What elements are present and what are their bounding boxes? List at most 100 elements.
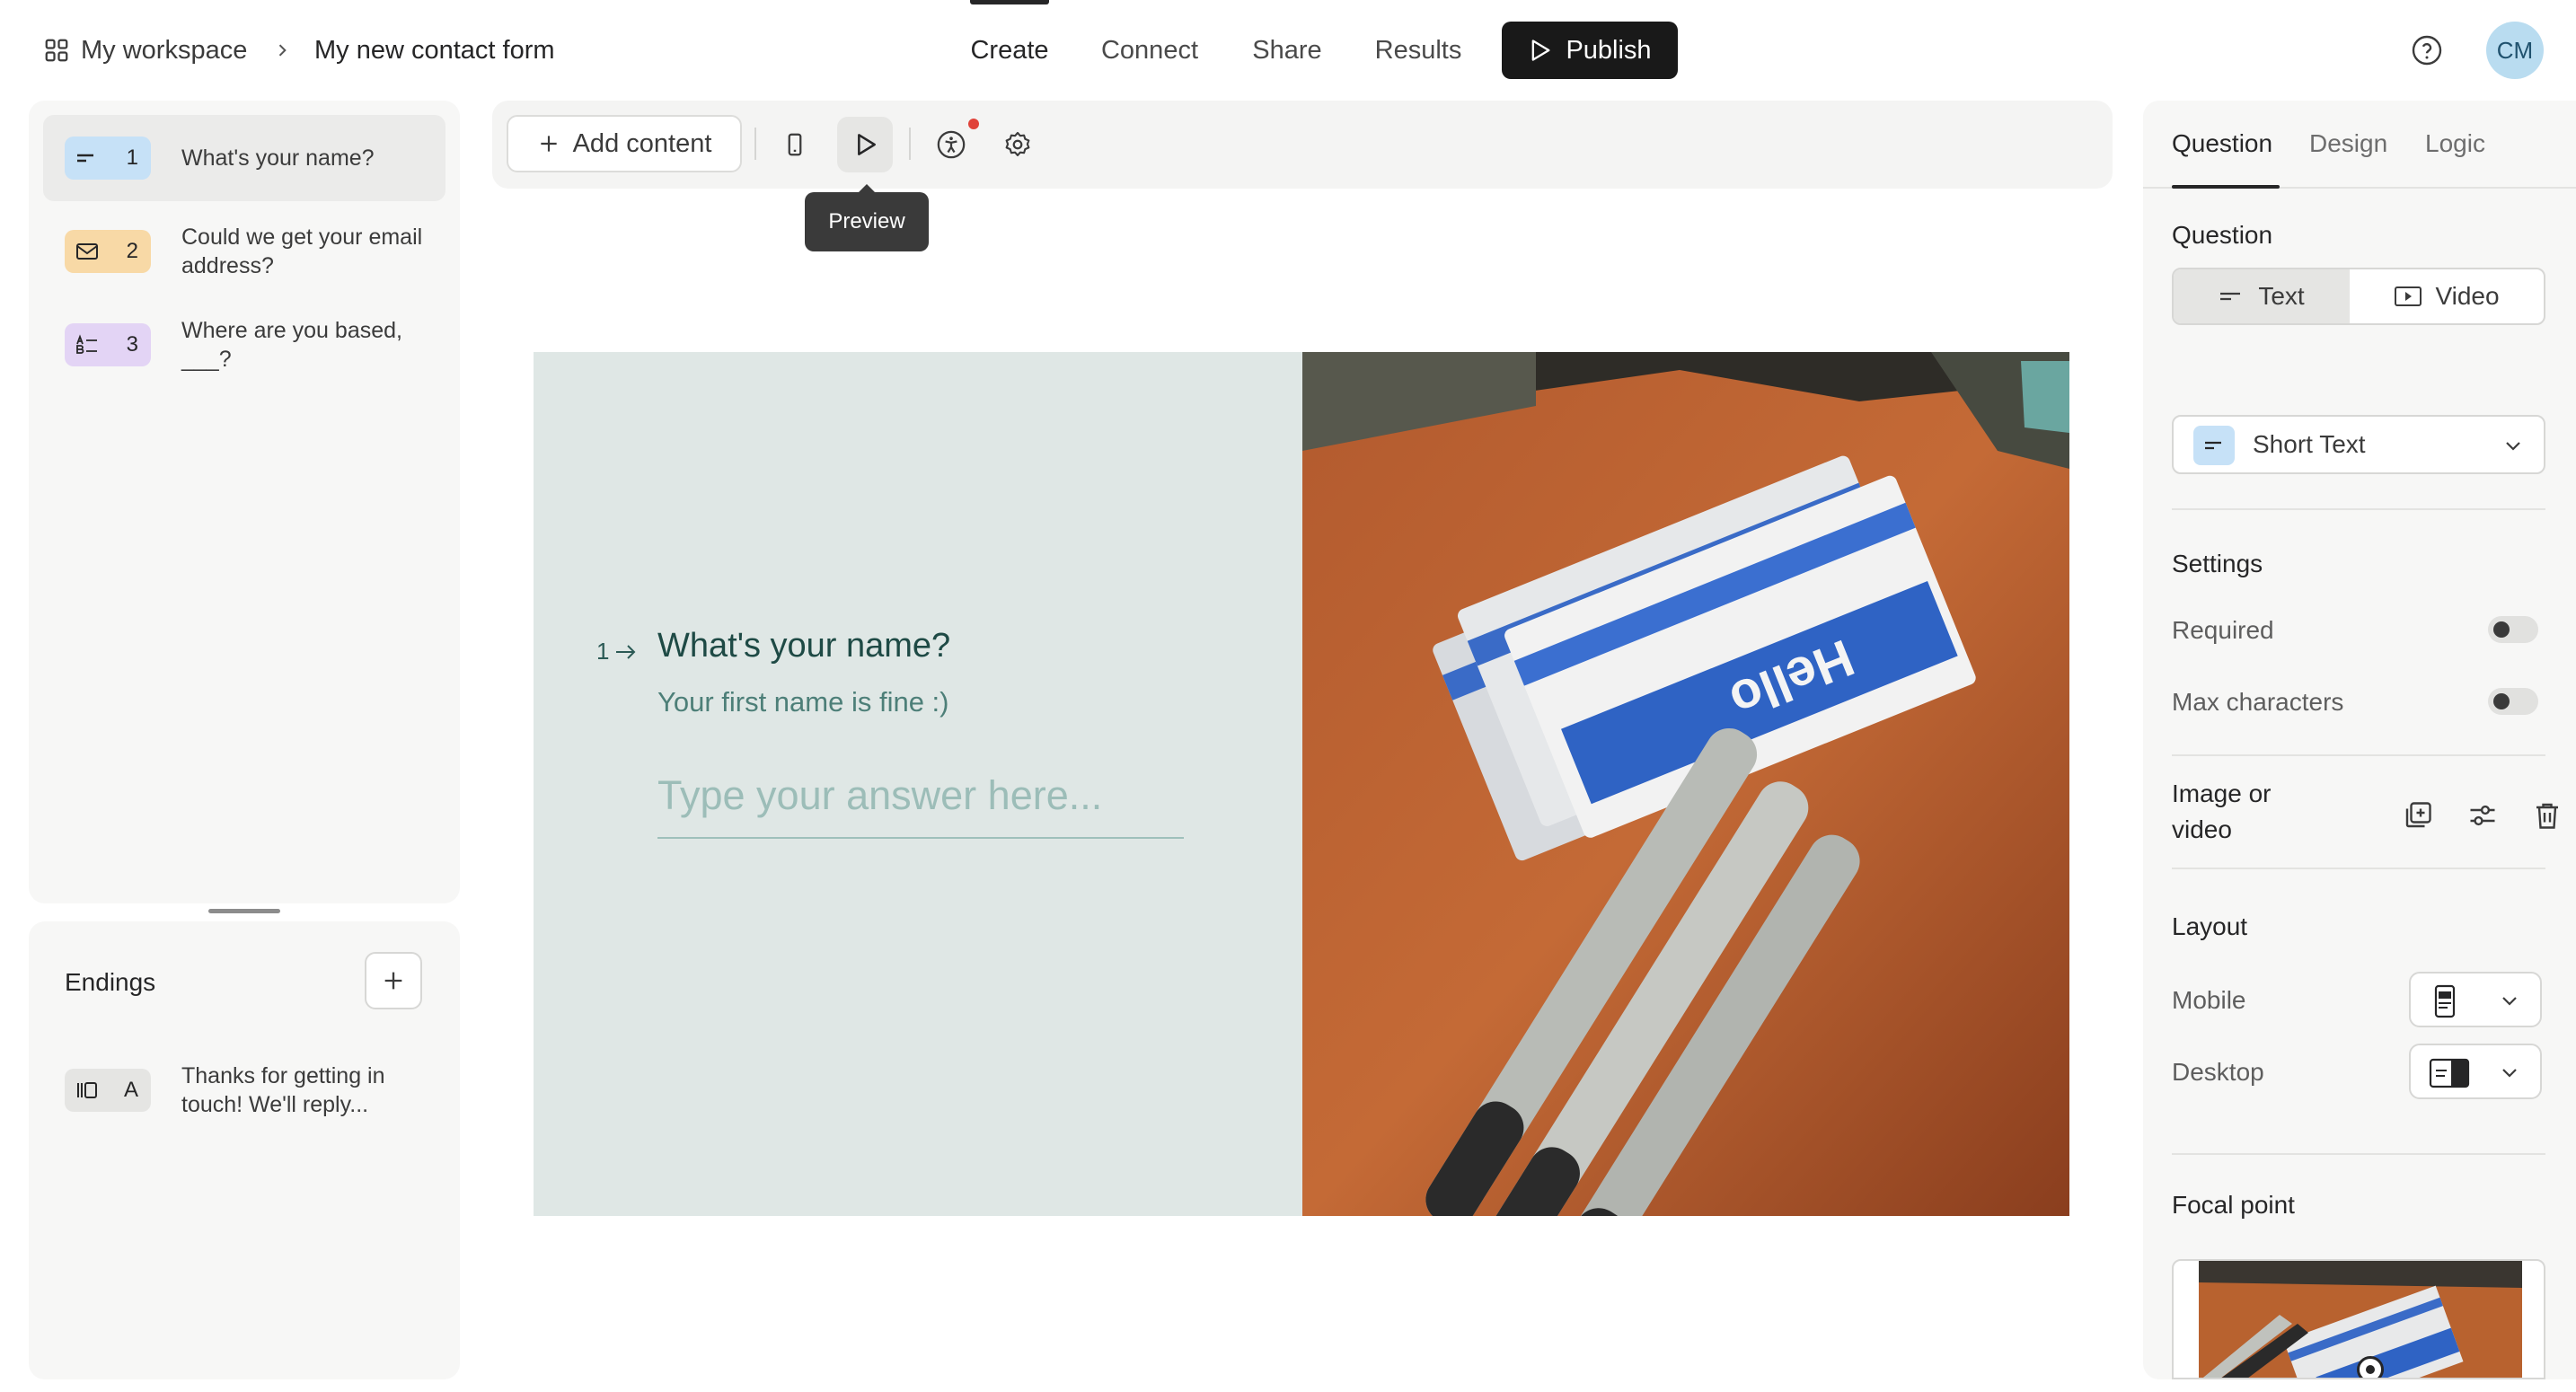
- required-toggle[interactable]: [2488, 616, 2538, 643]
- mobile-layout-icon: [2434, 984, 2456, 1018]
- workspace-label: My workspace: [81, 35, 248, 65]
- add-content-button[interactable]: Add content: [507, 115, 742, 172]
- question-section-title: Question: [2172, 221, 2273, 249]
- question-label: What's your name?: [181, 145, 375, 171]
- name-tags-photo[interactable]: Hello: [1302, 352, 2069, 1216]
- preview-question-title[interactable]: What's your name?: [657, 627, 950, 665]
- image-or-video-label: Image or video: [2172, 780, 2272, 843]
- focal-point-preview[interactable]: [2172, 1259, 2545, 1379]
- question-type-label: Short Text: [2253, 430, 2366, 458]
- section-divider: [2172, 754, 2545, 756]
- endings-title: Endings: [65, 968, 156, 996]
- short-text-icon: [2220, 292, 2241, 301]
- desktop-layout-label: Desktop: [2172, 1058, 2264, 1086]
- answer-input[interactable]: Type your answer here...: [657, 772, 1184, 839]
- question-badge: 2: [65, 230, 151, 273]
- question-item-3[interactable]: 3 Where are you based, ___?: [43, 302, 446, 388]
- add-content-label: Add content: [572, 128, 712, 158]
- preview-button[interactable]: [837, 117, 893, 172]
- focal-point-marker[interactable]: [2357, 1356, 2384, 1378]
- max-characters-label: Max characters: [2172, 688, 2344, 716]
- ending-icon: [77, 1082, 97, 1098]
- avatar[interactable]: CM: [2486, 22, 2544, 79]
- multiple-choice-icon: [76, 334, 97, 354]
- workspace-breadcrumb[interactable]: My workspace: [43, 31, 247, 70]
- ending-item-a[interactable]: A Thanks for getting in touch! We'll rep…: [43, 1047, 446, 1137]
- chevron-down-icon: [2502, 1069, 2517, 1078]
- settings-button[interactable]: [990, 117, 1045, 172]
- short-text-icon: [2205, 441, 2221, 450]
- question-label: Where are you based, ___?: [181, 318, 402, 372]
- help-icon[interactable]: [2411, 34, 2443, 66]
- tab-create[interactable]: Create: [966, 27, 1053, 74]
- question-type-dropdown[interactable]: Short Text: [2172, 415, 2545, 474]
- send-icon: [1532, 40, 1550, 61]
- settings-section-title: Settings: [2172, 550, 2263, 577]
- question-badge: 1: [65, 137, 151, 180]
- ending-letter: A: [123, 1078, 138, 1102]
- adjust-icon[interactable]: [2466, 799, 2499, 832]
- text-option-button[interactable]: Text: [2174, 269, 2350, 323]
- video-icon: [2395, 286, 2422, 306]
- trash-icon[interactable]: [2531, 799, 2563, 832]
- toggle-knob: [2493, 621, 2510, 638]
- active-tab-underline: [2172, 185, 2280, 189]
- gear-icon: [1005, 131, 1030, 156]
- question-badge: 3: [65, 323, 151, 366]
- image-library-icon[interactable]: [2402, 799, 2434, 832]
- form-title[interactable]: My new contact form: [314, 31, 555, 70]
- short-text-icon: [77, 154, 93, 163]
- top-bar: My workspace My new contact form Create …: [0, 0, 2576, 99]
- add-ending-button[interactable]: [365, 952, 422, 1009]
- preview-question-number: 1: [596, 638, 610, 665]
- plus-icon: [384, 972, 402, 990]
- mobile-preview-button[interactable]: [767, 117, 823, 172]
- panel-resize-handle[interactable]: [208, 909, 280, 913]
- preview-question-description[interactable]: Your first name is fine :): [657, 686, 949, 718]
- toolbar-divider: [909, 128, 911, 160]
- layout-section-title: Layout: [2172, 912, 2248, 940]
- video-option-button[interactable]: Video: [2350, 269, 2544, 323]
- plus-icon: [540, 136, 557, 152]
- short-text-badge: [2193, 426, 2235, 465]
- max-characters-toggle[interactable]: [2488, 688, 2538, 715]
- question-label: Could we get your email address?: [181, 225, 423, 278]
- focal-point-title: Focal point: [2172, 1191, 2295, 1219]
- question-number: 2: [126, 239, 138, 263]
- phone-icon: [788, 133, 802, 156]
- mobile-layout-dropdown[interactable]: [2409, 972, 2542, 1027]
- play-icon: [858, 134, 876, 155]
- question-number-indicator: 1: [596, 638, 638, 665]
- form-preview-card[interactable]: 1 What's your name? Your first name is f…: [534, 352, 2069, 1216]
- focal-point-dot: [2366, 1365, 2375, 1374]
- desktop-layout-icon: [2429, 1058, 2470, 1088]
- publish-button[interactable]: Publish: [1502, 22, 1678, 79]
- active-tab-indicator: [970, 0, 1049, 4]
- toolbar-divider: [754, 128, 756, 160]
- tab-connect[interactable]: Connect: [1094, 27, 1205, 74]
- question-item-2[interactable]: 2 Could we get your email address?: [43, 208, 446, 295]
- question-item-1[interactable]: 1 What's your name?: [43, 115, 446, 201]
- tab-question[interactable]: Question: [2172, 129, 2272, 158]
- text-option-label: Text: [2258, 282, 2305, 310]
- tab-design[interactable]: Design: [2309, 129, 2387, 158]
- video-option-label: Video: [2435, 282, 2500, 310]
- tab-share[interactable]: Share: [1247, 27, 1328, 74]
- envelope-icon: [76, 243, 98, 260]
- section-divider: [2172, 508, 2545, 510]
- chevron-right-icon: [278, 44, 287, 57]
- section-divider: [2172, 868, 2545, 869]
- desktop-layout-dropdown[interactable]: [2409, 1044, 2542, 1099]
- preview-tooltip: Preview: [805, 184, 929, 251]
- ending-label: Thanks for getting in touch! We'll reply…: [181, 1063, 385, 1117]
- chevron-down-icon: [2506, 442, 2520, 451]
- tab-results[interactable]: Results: [1365, 27, 1471, 74]
- mobile-layout-label: Mobile: [2172, 986, 2246, 1014]
- question-format-toggle: Text Video: [2172, 268, 2545, 325]
- editor-toolbar: Add content: [492, 101, 2113, 189]
- settings-panel: Question Design Logic Question Text Vide…: [2143, 101, 2576, 1379]
- question-number: 3: [126, 332, 138, 357]
- required-label: Required: [2172, 616, 2274, 644]
- tab-logic[interactable]: Logic: [2425, 129, 2485, 158]
- publish-label: Publish: [1566, 35, 1652, 65]
